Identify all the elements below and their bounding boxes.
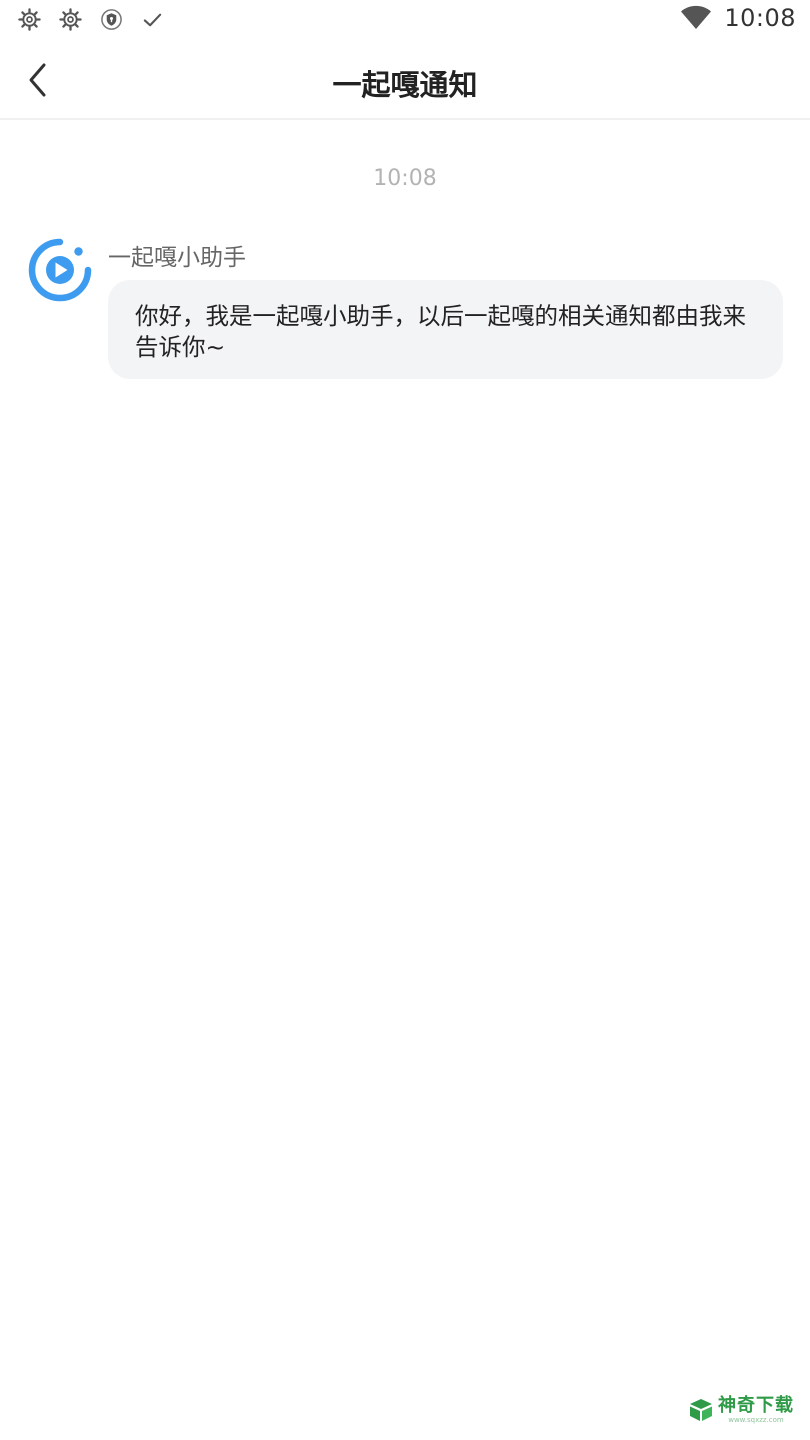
play-circle-icon[interactable] xyxy=(28,238,92,302)
watermark-text: 神奇下载 xyxy=(718,1395,794,1416)
box-logo-icon xyxy=(690,1399,712,1421)
wifi-icon xyxy=(681,5,712,29)
check-icon xyxy=(143,13,162,27)
chat-timestamp: 10:08 xyxy=(373,166,437,191)
status-time: 10:08 xyxy=(724,4,796,32)
status-bar: 10:08 xyxy=(0,0,810,42)
message-bubble[interactable]: 你好，我是一起嘎小助手，以后一起嘎的相关通知都由我来告诉你~ xyxy=(108,280,783,379)
watermark-text-group: 神奇下载 www.sqxzz.com xyxy=(718,1395,794,1425)
gear-icon xyxy=(59,8,82,31)
page-title: 一起嘎通知 xyxy=(332,68,478,102)
sender-name: 一起嘎小助手 xyxy=(108,245,246,271)
status-bar-left-icons xyxy=(18,8,164,31)
header: 一起嘎通知 xyxy=(0,42,810,120)
gear-icon xyxy=(18,8,41,31)
status-bar-right: 10:08 xyxy=(680,4,796,32)
watermark: 神奇下载 www.sqxzz.com xyxy=(688,1396,794,1424)
shield-icon xyxy=(101,9,122,30)
watermark-url: www.sqxzz.com xyxy=(728,1416,784,1424)
message-text: 你好，我是一起嘎小助手，以后一起嘎的相关通知都由我来告诉你~ xyxy=(135,302,746,361)
